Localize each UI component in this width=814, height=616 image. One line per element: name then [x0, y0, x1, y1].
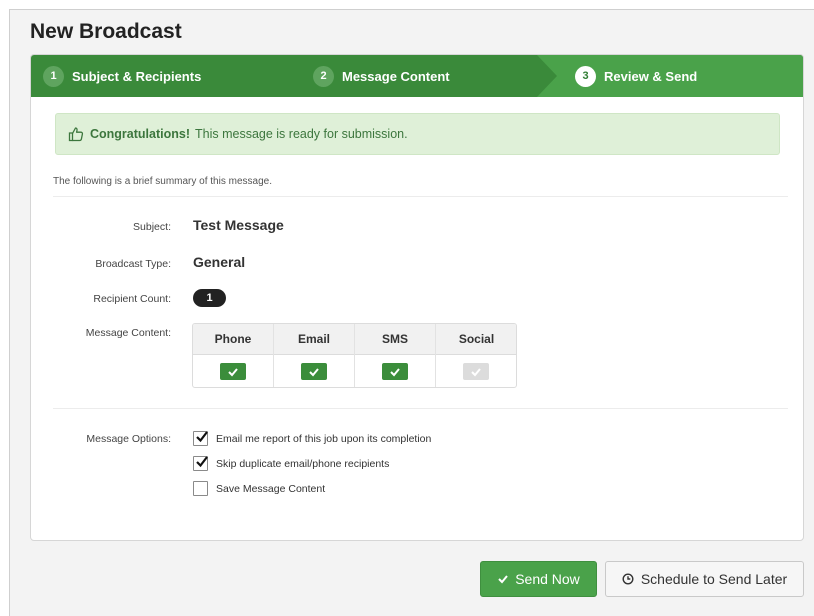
step-label: Message Content	[342, 68, 450, 84]
divider	[53, 408, 788, 409]
message-content-channels: Phone Email SMS Social	[192, 323, 517, 388]
step-number: 2	[313, 65, 334, 87]
check-icon	[301, 363, 327, 380]
check-icon	[382, 363, 408, 380]
step-subject-recipients[interactable]: 1 Subject & Recipients	[43, 55, 201, 97]
checkbox-email-report[interactable]	[193, 431, 208, 446]
step-label: Review & Send	[604, 68, 698, 84]
success-alert: Congratulations! This message is ready f…	[55, 113, 780, 155]
checkbox-save-content[interactable]	[193, 481, 208, 496]
subject-value: Test Message	[193, 217, 284, 233]
broadcast-type-label: Broadcast Type:	[95, 258, 171, 270]
step-number: 3	[575, 65, 596, 87]
wizard-steps: 1 Subject & Recipients 2 Message Content…	[31, 55, 803, 97]
option-email-report[interactable]: Email me report of this job upon its com…	[193, 431, 431, 446]
step-arrow	[537, 55, 557, 97]
broadcast-panel: 1 Subject & Recipients 2 Message Content…	[30, 54, 804, 541]
check-icon	[498, 575, 508, 584]
option-save-content[interactable]: Save Message Content	[193, 481, 325, 496]
channel-phone: Phone	[193, 324, 274, 387]
option-label: Save Message Content	[216, 482, 326, 495]
summary-intro: The following is a brief summary of this…	[53, 176, 272, 187]
recipient-count-label: Recipient Count:	[93, 293, 171, 305]
step-number: 1	[43, 65, 64, 87]
option-label: Email me report of this job upon its com…	[216, 432, 432, 445]
alert-strong-text: Congratulations!	[90, 127, 190, 141]
divider	[53, 196, 788, 197]
broadcast-type-value: General	[193, 254, 246, 270]
channel-social: Social	[436, 324, 516, 387]
clock-icon	[622, 573, 634, 585]
page-title: New Broadcast	[30, 20, 182, 43]
check-icon	[463, 363, 489, 380]
channel-name: Phone	[193, 324, 273, 355]
channel-name: Email	[274, 324, 354, 355]
step-message-content[interactable]: 2 Message Content	[313, 55, 450, 97]
channel-sms: SMS	[355, 324, 436, 387]
schedule-later-label: Schedule to Send Later	[640, 571, 788, 587]
recipient-count-badge: 1	[193, 289, 226, 307]
send-now-label: Send Now	[515, 571, 580, 587]
send-now-button[interactable]: Send Now	[480, 561, 597, 597]
step-label: Subject & Recipients	[72, 68, 202, 84]
option-skip-duplicates[interactable]: Skip duplicate email/phone recipients	[193, 456, 389, 471]
thumbs-up-icon	[68, 127, 84, 142]
schedule-later-button[interactable]: Schedule to Send Later	[605, 561, 804, 597]
channel-name: Social	[436, 324, 516, 355]
alert-text: This message is ready for submission.	[195, 127, 408, 141]
option-label: Skip duplicate email/phone recipients	[216, 457, 390, 470]
channel-email: Email	[274, 324, 355, 387]
channel-name: SMS	[355, 324, 435, 355]
subject-label: Subject:	[133, 221, 171, 233]
message-options-label: Message Options:	[86, 433, 171, 445]
checkbox-skip-duplicates[interactable]	[193, 456, 208, 471]
message-content-label: Message Content:	[85, 327, 171, 339]
check-icon	[220, 363, 246, 380]
step-review-send[interactable]: 3 Review & Send	[575, 55, 697, 97]
